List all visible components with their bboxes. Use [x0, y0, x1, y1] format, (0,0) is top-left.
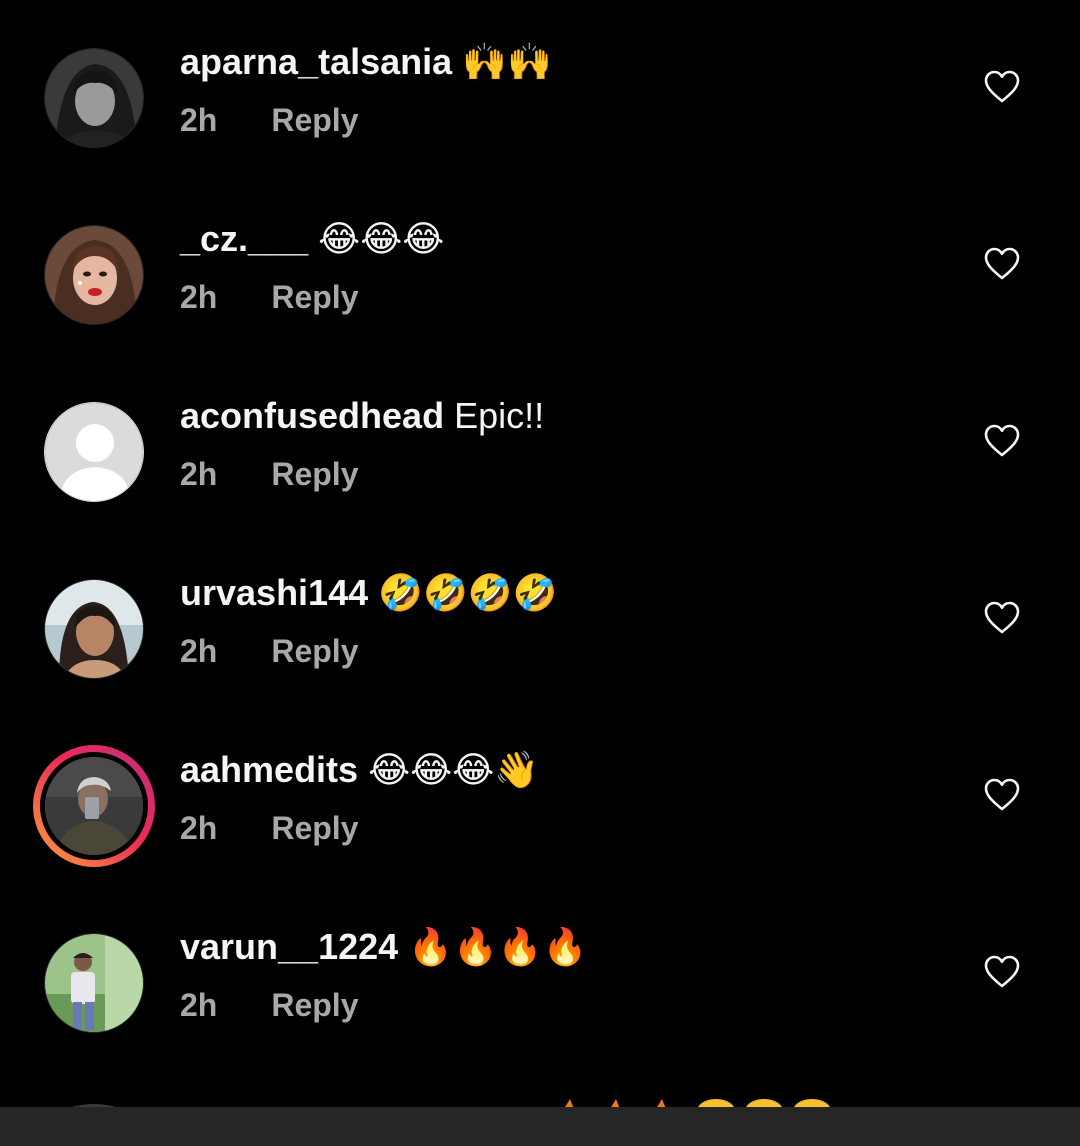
comment-timestamp: 2h: [180, 810, 218, 846]
comment-username[interactable]: aparna_talsania: [180, 41, 452, 82]
avatar[interactable]: [44, 402, 144, 502]
bottom-bar: [0, 1107, 1080, 1146]
comment-timestamp: 2h: [180, 102, 218, 138]
heart-outline-icon[interactable]: [984, 70, 1020, 104]
comment-timestamp: 2h: [180, 633, 218, 669]
reply-button[interactable]: Reply: [271, 102, 358, 138]
comment-username[interactable]: aconfusedhead: [180, 395, 444, 436]
heart-outline-icon[interactable]: [984, 247, 1020, 281]
reply-button[interactable]: Reply: [271, 987, 358, 1023]
comment-username[interactable]: aahmedits: [180, 749, 358, 790]
reply-button[interactable]: Reply: [271, 633, 358, 669]
comment-timestamp: 2h: [180, 987, 218, 1023]
heart-outline-icon[interactable]: [984, 778, 1020, 812]
comment-username[interactable]: urvashi144: [180, 572, 368, 613]
comment-text: 🔥🔥🔥🔥: [408, 926, 588, 967]
avatar[interactable]: [44, 48, 144, 148]
comment-text: 😂😂😂👋: [368, 749, 540, 790]
reply-button[interactable]: Reply: [271, 456, 358, 492]
comment-item: aconfusedhead Epic!! 2h Reply: [0, 354, 1080, 514]
comment-timestamp: 2h: [180, 456, 218, 492]
avatar[interactable]: [44, 225, 144, 325]
comment-item: _cz.___ 😂😂😂 2h Reply: [0, 177, 1080, 337]
story-ring-avatar[interactable]: [33, 745, 155, 867]
reply-button[interactable]: Reply: [271, 810, 358, 846]
comment-text: 😂😂😂: [318, 218, 445, 259]
comment-item: aparna_talsania 🙌🙌 2h Reply: [0, 0, 1080, 160]
avatar[interactable]: [44, 579, 144, 679]
comment-username[interactable]: _cz.___: [180, 218, 308, 259]
comment-timestamp: 2h: [180, 279, 218, 315]
comment-item: varun__1224 🔥🔥🔥🔥 2h Reply: [0, 885, 1080, 1045]
comment-item: aahmedits 😂😂😂👋 2h Reply: [0, 708, 1080, 868]
heart-outline-icon[interactable]: [984, 955, 1020, 989]
comment-text: Epic!!: [454, 395, 545, 436]
heart-outline-icon[interactable]: [984, 601, 1020, 635]
comment-text: 🤣🤣🤣🤣: [378, 572, 558, 613]
comment-text: 🙌🙌: [462, 41, 552, 82]
comment-item: urvashi144 🤣🤣🤣🤣 2h Reply: [0, 531, 1080, 691]
avatar[interactable]: [44, 933, 144, 1033]
heart-outline-icon[interactable]: [984, 424, 1020, 458]
reply-button[interactable]: Reply: [271, 279, 358, 315]
comment-username[interactable]: varun__1224: [180, 926, 398, 967]
